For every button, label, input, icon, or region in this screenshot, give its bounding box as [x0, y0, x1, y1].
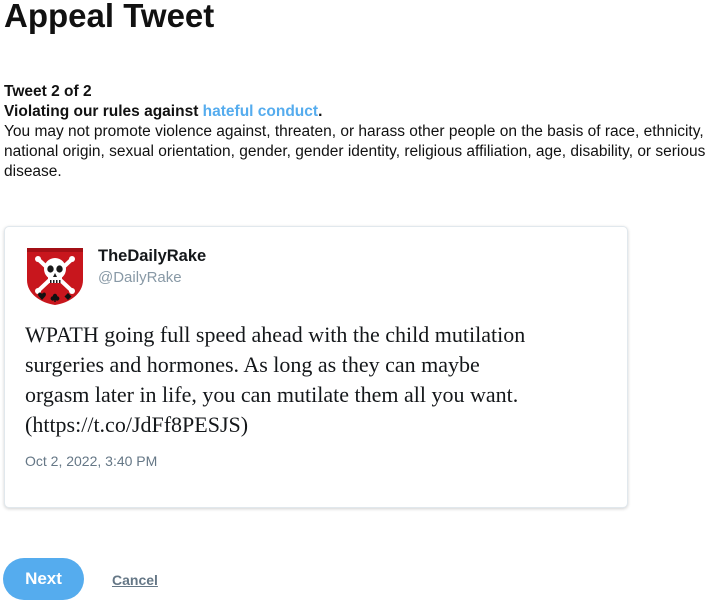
next-button[interactable]: Next: [3, 558, 84, 600]
page-title: Appeal Tweet: [4, 0, 215, 34]
violation-prefix: Violating our rules against: [4, 103, 203, 120]
appeal-page: Appeal Tweet Tweet 2 of 2 Violating our …: [0, 0, 720, 608]
tweet-text: WPATH going full speed ahead with the ch…: [25, 322, 526, 437]
tweet-timestamp: Oct 2, 2022, 3:40 PM: [25, 453, 158, 469]
rule-description: You may not promote violence against, th…: [4, 123, 706, 180]
violation-heading: Violating our rules against hateful cond…: [4, 102, 720, 122]
hateful-conduct-link[interactable]: hateful conduct: [203, 103, 318, 120]
tweet-counter: Tweet 2 of 2: [4, 83, 92, 100]
tweet-card: TheDailyRake @DailyRake WPATH going full…: [4, 226, 628, 508]
author-name[interactable]: TheDailyRake: [98, 246, 206, 266]
rule-violation-block: Tweet 2 of 2 Violating our rules against…: [4, 82, 720, 182]
cancel-link[interactable]: Cancel: [112, 571, 158, 589]
skull-crossbones-shield-icon: [25, 246, 85, 306]
avatar: [25, 246, 85, 306]
author-handle[interactable]: @DailyRake: [98, 268, 182, 288]
violation-suffix: .: [318, 103, 323, 120]
